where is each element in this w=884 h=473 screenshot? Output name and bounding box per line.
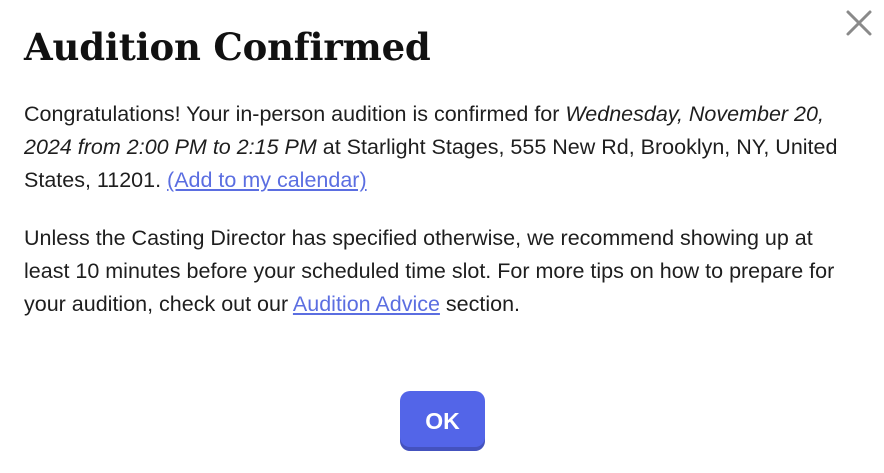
audition-confirmed-dialog: Audition Confirmed Congratulations! Your… (0, 0, 884, 473)
confirmation-paragraph: Congratulations! Your in-person audition… (24, 98, 854, 197)
dialog-title: Audition Confirmed (24, 25, 431, 69)
recommendation-suffix: section. (439, 292, 521, 316)
close-icon (846, 10, 872, 36)
close-button[interactable] (842, 6, 876, 40)
ok-button[interactable]: OK (400, 391, 485, 451)
recommendation-paragraph: Unless the Casting Director has specifie… (24, 222, 854, 321)
add-to-calendar-link[interactable]: (Add to my calendar) (167, 168, 367, 192)
audition-advice-link[interactable]: Audition Advice (293, 292, 440, 316)
confirmation-prefix: Congratulations! Your in-person audition… (24, 102, 566, 126)
